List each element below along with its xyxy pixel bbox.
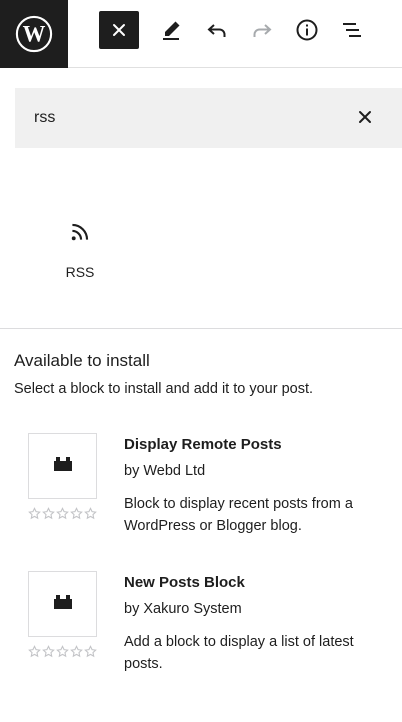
install-section-description: Select a block to install and add it to … (14, 381, 314, 397)
plugin-icon (28, 571, 97, 637)
list-view-icon (340, 18, 364, 42)
star-empty-icon (70, 645, 83, 658)
wordpress-logo-icon[interactable]: W (0, 0, 68, 68)
svg-text:W: W (23, 22, 46, 47)
plugin-description: Add a block to display a list of latest … (124, 634, 354, 672)
tools-button[interactable] (152, 11, 192, 49)
search-input[interactable] (15, 88, 345, 148)
plugin-name: Display Remote Posts (124, 436, 282, 453)
search-clear-button[interactable] (350, 103, 380, 133)
star-empty-icon (42, 645, 55, 658)
star-empty-icon (70, 507, 83, 520)
plugin-author: by Xakuro System (124, 601, 242, 617)
block-result-label: RSS (65, 264, 95, 280)
list-view-button[interactable] (332, 11, 372, 49)
redo-icon (250, 18, 274, 42)
close-icon (112, 23, 126, 37)
close-icon (358, 110, 372, 127)
info-icon (295, 18, 319, 42)
plugin-name: New Posts Block (124, 574, 245, 591)
rss-icon (67, 219, 93, 250)
details-button[interactable] (287, 11, 327, 49)
star-empty-icon (28, 507, 41, 520)
plugin-icon (28, 433, 97, 499)
star-empty-icon (84, 507, 97, 520)
block-default-icon (53, 456, 73, 477)
block-result-rss[interactable]: RSS (40, 205, 120, 305)
plugin-rating (28, 507, 97, 520)
editor-toolbar: W (0, 0, 402, 68)
star-empty-icon (28, 645, 41, 658)
star-empty-icon (56, 507, 69, 520)
plugin-rating (28, 645, 97, 658)
plugin-description: Block to display recent posts from a Wor… (124, 496, 353, 534)
undo-icon (205, 18, 229, 42)
block-default-icon (53, 594, 73, 615)
star-empty-icon (56, 645, 69, 658)
install-section-title: Available to install (14, 351, 150, 370)
undo-button[interactable] (197, 11, 237, 49)
redo-button[interactable] (242, 11, 282, 49)
star-empty-icon (42, 507, 55, 520)
section-divider (0, 328, 402, 329)
block-search (15, 88, 402, 148)
star-empty-icon (84, 645, 97, 658)
close-inserter-button[interactable] (99, 11, 139, 49)
plugin-author: by Webd Ltd (124, 463, 206, 479)
pencil-icon (160, 18, 184, 42)
